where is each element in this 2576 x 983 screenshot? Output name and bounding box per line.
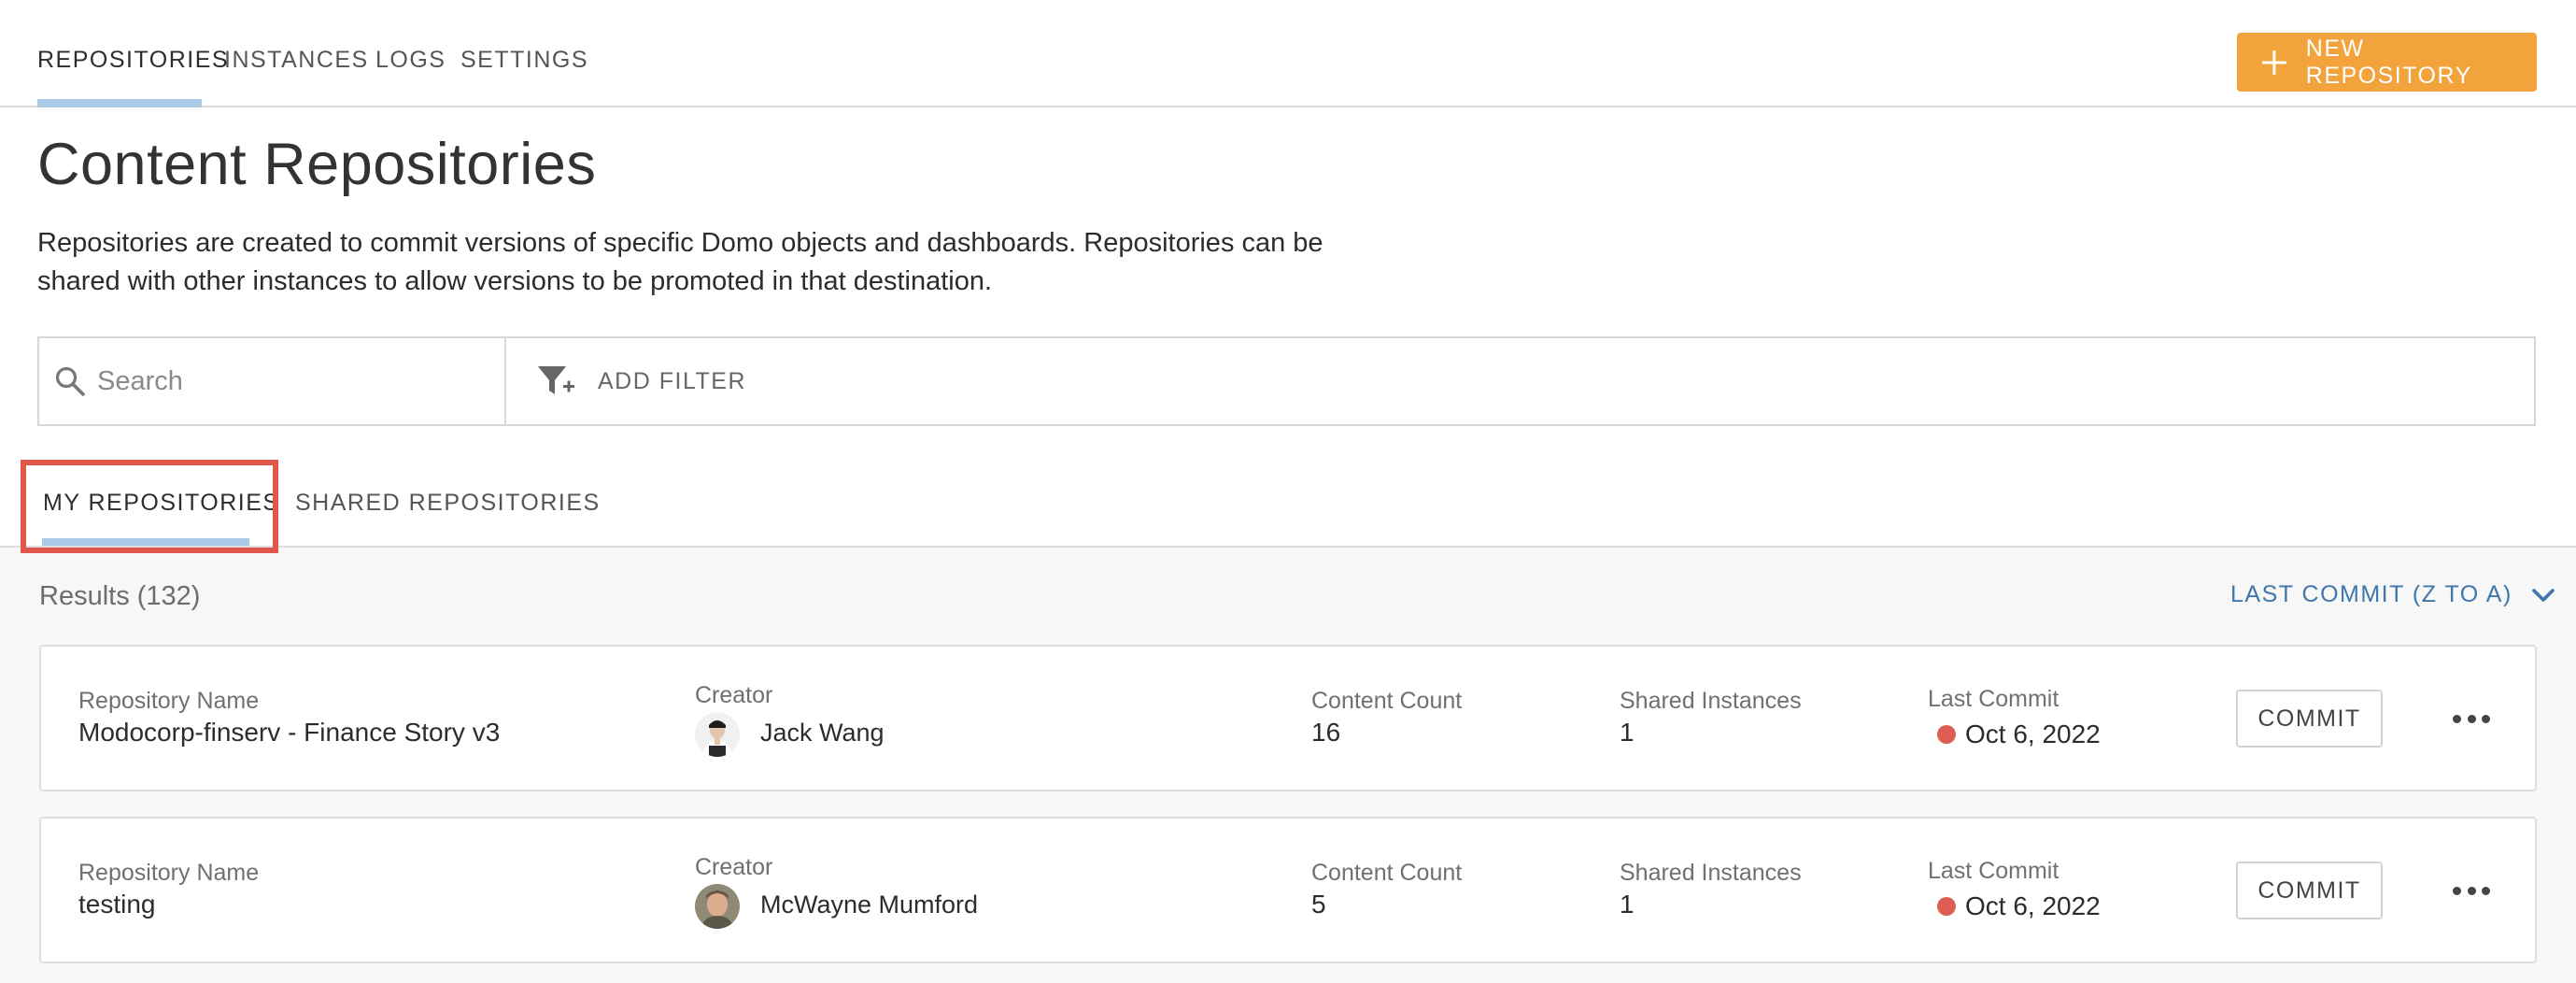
repository-card[interactable]: Repository Name testing Creator McWayne … (39, 817, 2537, 963)
repository-card[interactable]: Repository Name Modocorp-finserv - Finan… (39, 645, 2537, 791)
page-description: Repositories are created to commit versi… (37, 224, 1401, 301)
page-description-line: Repositories are created to commit versi… (37, 228, 1323, 258)
creator-label: Creator (695, 682, 773, 708)
shared-instances-label: Shared Instances (1620, 860, 1802, 886)
nav-tab-repositories[interactable]: REPOSITORIES (37, 47, 229, 74)
creator-name: Jack Wang (760, 719, 885, 747)
last-commit-label: Last Commit (1928, 686, 2059, 712)
content-count: 16 (1311, 718, 1341, 747)
shared-instances: 1 (1620, 718, 1635, 747)
shared-instances-label: Shared Instances (1620, 688, 1802, 714)
add-filter-label: ADD FILTER (598, 367, 746, 394)
new-repository-button[interactable]: NEW REPOSITORY (2237, 33, 2537, 92)
chevron-down-icon (2532, 588, 2555, 602)
new-repository-label: NEW REPOSITORY (2305, 35, 2472, 89)
last-commit-label: Last Commit (1928, 858, 2059, 884)
results-count: Results (132) (39, 581, 201, 611)
page-description-line: shared with other instances to allow ver… (37, 266, 993, 296)
repository-name[interactable]: testing (78, 890, 156, 919)
nav-active-indicator (37, 99, 202, 107)
avatar (695, 712, 740, 757)
repository-name[interactable]: Modocorp-finserv - Finance Story v3 (78, 718, 500, 748)
nav-tab-settings[interactable]: SETTINGS (460, 47, 588, 74)
content-count: 5 (1311, 890, 1326, 919)
creator-name: McWayne Mumford (760, 890, 979, 919)
content-count-label: Content Count (1311, 688, 1463, 714)
content-count-label: Content Count (1311, 860, 1463, 886)
add-filter-bar[interactable]: ADD FILTER (504, 336, 2536, 426)
more-options-icon[interactable] (2453, 709, 2490, 728)
commit-status-dot (1937, 897, 1956, 916)
repository-name-label: Repository Name (78, 860, 260, 886)
sort-label: LAST COMMIT (Z TO A) (2230, 581, 2512, 607)
highlight-annotation (21, 460, 278, 553)
plus-icon (2261, 50, 2286, 75)
last-commit-date: Oct 6, 2022 (1965, 719, 2101, 748)
commit-button[interactable]: COMMIT (2236, 690, 2383, 748)
commit-status-dot (1937, 725, 1956, 744)
search-box (37, 336, 506, 426)
last-commit-date: Oct 6, 2022 (1965, 891, 2101, 920)
filter-add-icon (538, 366, 574, 394)
avatar (695, 884, 740, 929)
nav-tab-instances[interactable]: INSTANCES (224, 47, 369, 74)
sort-dropdown[interactable]: LAST COMMIT (Z TO A) (2230, 581, 2555, 608)
more-options-icon[interactable] (2453, 881, 2490, 900)
shared-instances: 1 (1620, 890, 1635, 919)
repository-name-label: Repository Name (78, 688, 260, 714)
page-title: Content Repositories (37, 132, 597, 197)
search-icon (55, 366, 85, 396)
creator-label: Creator (695, 854, 773, 880)
search-input[interactable] (97, 365, 489, 397)
top-nav: REPOSITORIES INSTANCES LOGS SETTINGS NEW… (0, 0, 2576, 107)
tab-shared-repositories[interactable]: SHARED REPOSITORIES (295, 490, 601, 517)
nav-tab-logs[interactable]: LOGS (375, 47, 446, 74)
commit-button[interactable]: COMMIT (2236, 862, 2383, 919)
